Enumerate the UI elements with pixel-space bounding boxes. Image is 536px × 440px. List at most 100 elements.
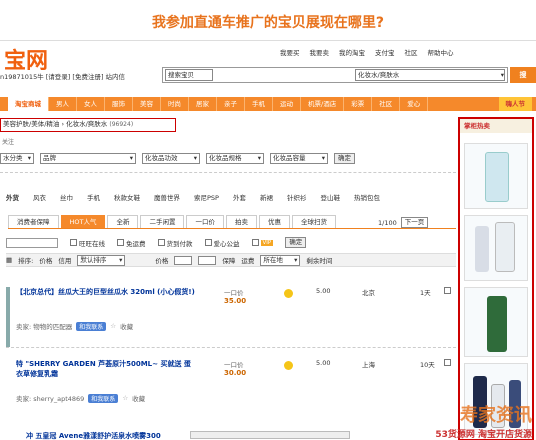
vip-checkbox[interactable]: VIP [251,239,274,246]
keyword-input[interactable] [6,237,58,248]
category-link[interactable]: 外套 [233,192,246,202]
search-type-select[interactable]: 搜索宝贝 [165,69,213,81]
tab-auction[interactable]: 拍卖 [225,215,257,228]
seller-name[interactable]: 卖家: 物物的匹配器 [16,321,72,331]
sort-select[interactable]: 默认排序 ▾ [77,254,126,266]
tab-guarantee[interactable]: 消费者保障 [8,215,59,228]
nav-item[interactable]: 亲子 [217,97,245,111]
product-title[interactable]: 冲 五皇冠 Avene雅漾舒护活泉水喷雾300 [26,431,161,440]
category-link[interactable]: 针织衫 [287,192,307,202]
next-page-button[interactable]: 下一页 [400,217,429,228]
user-line[interactable]: n19871015牛 [请登录] [免费注册] 站内信 [0,71,125,81]
tab-global[interactable]: 全球扫货 [291,215,336,228]
filter-select[interactable]: 化妆品容量 ▾ [270,152,328,164]
filter-select[interactable]: 化妆品规格 ▾ [206,152,264,164]
toplink[interactable]: 帮助中心 [428,47,454,57]
nav-item[interactable]: 美容 [133,97,161,111]
compare-checkbox[interactable] [444,287,451,294]
video-player-bar[interactable] [190,431,350,439]
nav-item[interactable]: 男人 [49,97,77,111]
nav-item[interactable]: 居家 [189,97,217,111]
sort-credit[interactable]: 信用 [58,255,71,265]
category-link[interactable]: 新裙 [260,192,273,202]
category-link[interactable]: 魔兽世界 [154,192,180,202]
category-link[interactable]: 风衣 [33,192,46,202]
favorite-link[interactable]: 收藏 [132,393,145,403]
sort-label: 排序: [18,257,34,265]
grid-view-icon[interactable]: ▦ [6,256,12,264]
favorite-link[interactable]: 收藏 [120,321,133,331]
toplink[interactable]: 支付宝 [375,47,395,57]
chevron-down-icon: ▾ [129,153,133,162]
filter-checkbox[interactable]: 旺旺在线 [70,238,105,248]
toplink[interactable]: 我要买 [280,47,300,57]
chevron-down-icon: ▾ [257,153,261,162]
category-link[interactable]: 登山鞋 [320,192,340,202]
contact-button[interactable]: 和我联系 [88,393,119,403]
product-title[interactable]: 【北京总代】丝瓜大王的巨型丝瓜水 320ml (小心假货!) [16,287,196,297]
sidebar-product[interactable] [464,143,528,209]
chevron-down-icon: ▾ [27,153,31,162]
category-link[interactable]: 丝巾 [60,192,73,202]
sidebar-product[interactable] [464,287,528,357]
filter-select[interactable]: 品牌 ▾ [40,152,136,164]
location-select[interactable]: 所在地 ▾ [260,254,301,266]
search-category-value: 化妆水/爽肤水 [358,71,400,79]
price-min-input[interactable] [174,255,193,265]
guarantee-label: 保障 [222,257,236,265]
contact-button[interactable]: 和我联系 [76,321,107,331]
filter-checkbox[interactable]: 爱心公益 [204,238,240,248]
product-bottle-image [475,226,489,272]
filter-select[interactable]: 化妆品功效 ▾ [142,152,200,164]
filter-checkbox[interactable]: 货到付款 [157,238,193,248]
top-links: 我要买 我要卖 我的淘宝 支付宝 社区 帮助中心 [280,47,536,57]
search-category-select[interactable]: 化妆水/爽肤水 ▾ [355,69,505,81]
nav-item[interactable]: 爱心 [400,97,429,111]
nav-item[interactable]: 运动 [273,97,301,111]
nav-item[interactable]: 嗨人节 [498,97,532,111]
chevron-down-icon: ▾ [500,71,504,79]
toplink[interactable]: 社区 [405,47,418,57]
divider [6,347,456,348]
sidebar-product[interactable] [464,215,528,281]
price-max-input[interactable] [198,255,217,265]
category-link[interactable]: 热销包包 [354,192,380,202]
nav-item[interactable]: 服饰 [105,97,133,111]
category-link[interactable]: 索尼PSP [194,192,219,202]
breadcrumb-path[interactable]: 美容护肤/美体/精油 › 化妆水/爽肤水 [3,120,107,128]
checkbox-icon [251,239,259,246]
nav-item[interactable]: 机票/酒店 [301,97,345,111]
toplink[interactable]: 我的淘宝 [339,47,365,57]
toplink[interactable]: 我要卖 [310,47,330,57]
tab-discount[interactable]: 优惠 [258,215,290,228]
nav-item[interactable]: 女人 [77,97,105,111]
category-link[interactable]: 手机 [87,192,100,202]
quick-filter-confirm-button[interactable]: 确定 [285,237,307,248]
remaining-time: 10天 [420,361,435,369]
filter-select[interactable]: 水分类 ▾ [0,152,34,164]
nav-item[interactable]: 彩票 [344,97,373,111]
product-title[interactable]: 特 "SHERRY GARDEN 芦荟原汁500ML~ 买就送 蛋衣草修复乳霜 [16,359,196,379]
shipping-fee: 5.00 [316,359,331,367]
search-input[interactable] [213,69,355,81]
filter-confirm-button[interactable]: 确定 [334,152,355,164]
breadcrumb: 美容护肤/美体/精油 › 化妆水/爽肤水 (96924) [0,118,176,132]
nav-item[interactable]: 淘宝商城 [8,97,49,111]
product-thumbnail[interactable] [6,287,10,347]
category-link[interactable]: 外货 [6,192,19,202]
chevron-down-icon: ▾ [294,255,298,264]
compare-checkbox[interactable] [444,359,451,366]
search-button[interactable]: 搜 [510,67,536,83]
nav-item[interactable]: 时尚 [161,97,189,111]
tab-fixed-price[interactable]: 一口价 [186,215,224,228]
seller-name[interactable]: 卖家: sherry_apt4869 [16,393,84,403]
sort-price[interactable]: 价格 [39,255,52,265]
tab-secondhand[interactable]: 二手闲置 [140,215,185,228]
nav-item[interactable]: 手机 [245,97,273,111]
filter-checkbox[interactable]: 免运费 [117,238,146,248]
tab-hot[interactable]: HOT人气 [60,215,106,228]
price-label: 价格 [155,257,169,265]
tab-new[interactable]: 全新 [107,215,139,228]
nav-item[interactable]: 社区 [372,97,401,111]
category-link[interactable]: 秋款女鞋 [114,192,140,202]
